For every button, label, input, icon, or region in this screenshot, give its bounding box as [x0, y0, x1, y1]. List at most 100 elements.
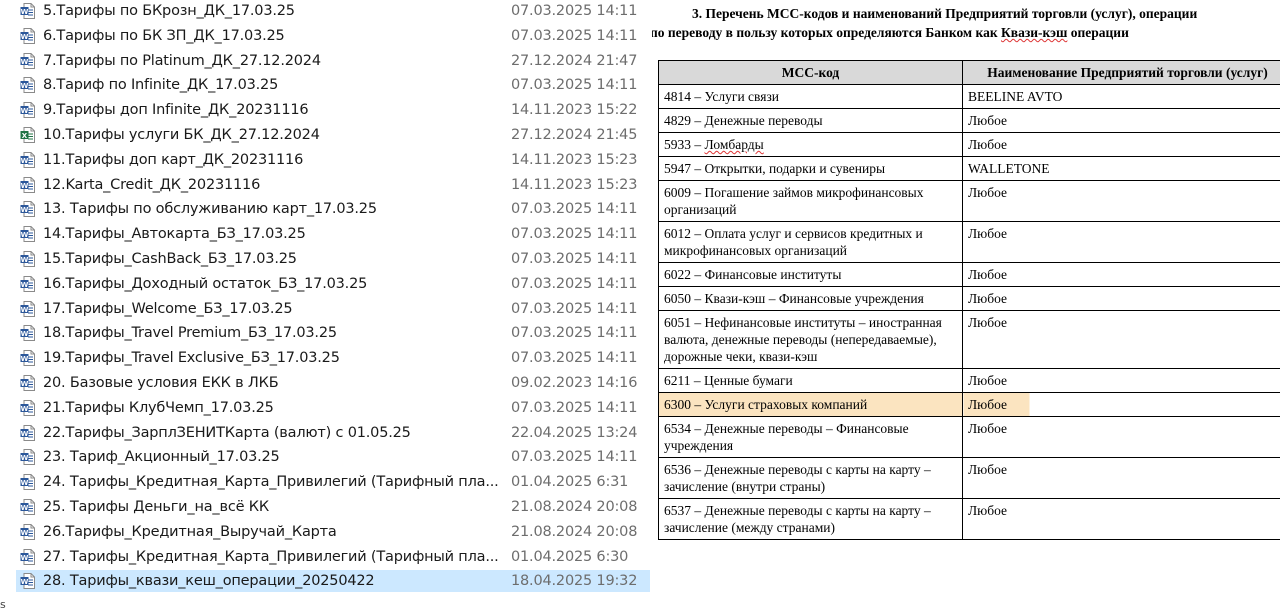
file-date-modified: 22.04.2025 13:24: [511, 424, 638, 441]
mcc-code-text: 5933 –: [664, 137, 705, 152]
file-row[interactable]: W 24. Тарифы_Кредитная_Карта_Привилегий (…: [16, 471, 650, 493]
svg-text:W: W: [21, 380, 29, 388]
file-date-modified: 27.12.2024 21:45: [511, 127, 638, 143]
file-row[interactable]: W 11.Тарифы доп карт_ДК_20231116 14.11.202…: [16, 149, 650, 171]
file-row[interactable]: W 14.Тарифы_Автокарта_БЗ_17.03.25 07.03.20…: [16, 223, 650, 245]
file-row[interactable]: W 15.Тарифы_CashBack_БЗ_17.03.25 07.03.202…: [16, 248, 650, 270]
word-icon: W: [20, 375, 35, 391]
merchant-name-cell: Любое: [962, 262, 1280, 287]
svg-text:W: W: [21, 529, 29, 537]
table-row: 6012 – Оплата услуг и сервисов кредитных…: [658, 221, 1280, 263]
merchant-name-cell: Любое: [962, 457, 1280, 499]
file-name: 19.Тарифы_Travel Exclusive_БЗ_17.03.25: [43, 350, 340, 367]
word-icon: W: [20, 499, 35, 515]
excel-icon: X: [20, 127, 35, 143]
mcc-code-cell: 6537 – Денежные переводы с карты на карт…: [658, 498, 963, 540]
svg-text:W: W: [21, 8, 29, 16]
svg-text:W: W: [21, 454, 29, 462]
file-date-modified: 09.02.2023 14:16: [511, 375, 638, 391]
file-row[interactable]: W 12.Karta_Credit_ДК_20231116 14.11.2023 1…: [16, 174, 650, 196]
mcc-table: МСС-код Наименование Предприятий торговл…: [658, 60, 1280, 540]
file-date-modified: 01.04.2025 6:31: [511, 474, 629, 491]
file-date-modified: 07.03.2025 14:11: [511, 226, 638, 243]
file-name: 12.Karta_Credit_ДК_20231116: [43, 176, 261, 193]
file-row[interactable]: W 21.Тарифы КлубЧемп_17.03.25 07.03.2025 1…: [16, 397, 650, 419]
word-icon: W: [20, 251, 35, 267]
merchant-name-cell: Любое: [962, 368, 1280, 393]
svg-text:W: W: [21, 305, 29, 313]
svg-text:W: W: [21, 281, 29, 289]
file-name: 24. Тарифы_Кредитная_Карта_Привилегий (Т…: [43, 474, 499, 491]
heading-text: по переводу в пользу которых определяютс…: [652, 25, 1001, 40]
file-name: 16.Тарифы_Доходный остаток_БЗ_17.03.25: [43, 275, 368, 292]
file-date-modified: 07.03.2025 14:11: [511, 251, 638, 267]
file-row[interactable]: W 17.Тарифы_Welcome_БЗ_17.03.25 07.03.2025…: [16, 298, 650, 320]
word-icon: W: [20, 573, 35, 590]
file-date-modified: 14.11.2023 15:23: [511, 151, 638, 168]
word-icon: W: [20, 3, 35, 19]
heading-text-end: операции: [1067, 25, 1129, 40]
file-row[interactable]: W 18.Тарифы_Travel Premium_БЗ_17.03.25 07.…: [16, 322, 650, 344]
file-row[interactable]: W 7.Тарифы по Platinum_ДК_27.12.2024 27.12…: [16, 50, 650, 72]
file-row[interactable]: W 6.Тарифы по БК ЗП_ДК_17.03.25 07.03.2025…: [16, 25, 650, 47]
word-icon: W: [20, 27, 35, 44]
word-icon: W: [20, 474, 35, 491]
svg-text:W: W: [21, 479, 29, 487]
word-icon: W: [20, 449, 35, 466]
file-row[interactable]: W 25. Тарифы Деньги_на_всё КК 21.08.2024 2…: [16, 496, 650, 518]
file-row[interactable]: W 27. Тарифы_Кредитная_Карта_Привилегий (…: [16, 546, 650, 568]
svg-text:W: W: [21, 33, 29, 41]
file-row[interactable]: W 22.Тарифы_ЗарплЗЕНИТКарта (валют) с 01.…: [16, 422, 650, 444]
file-row[interactable]: W 16.Тарифы_Доходный остаток_БЗ_17.03.25 0…: [16, 273, 650, 295]
merchant-name-cell: Любое: [962, 108, 1280, 133]
mcc-code-cell: 6050 – Квази-кэш – Финансовые учреждения: [658, 286, 963, 311]
file-row[interactable]: W 20. Базовые условия ЕКК в ЛКБ 09.02.2023…: [16, 372, 650, 394]
table-row: 6211 – Ценные бумаги Любое: [658, 368, 1280, 393]
file-row[interactable]: W 28. Тарифы_квази_кеш_операции_20250422 1…: [16, 570, 650, 593]
file-date-modified: 07.03.2025 14:11: [511, 399, 638, 416]
file-date-modified: 14.11.2023 15:23: [511, 176, 638, 193]
file-name: 11.Тарифы доп карт_ДК_20231116: [43, 151, 304, 168]
table-row: 6300 – Услуги страховых компаний Любое: [658, 392, 1280, 417]
file-name: 18.Тарифы_Travel Premium_БЗ_17.03.25: [43, 325, 337, 342]
merchant-name-cell: Любое: [962, 286, 1280, 311]
file-date-modified: 27.12.2024 21:47: [511, 52, 638, 69]
file-date-modified: 07.03.2025 14:11: [511, 449, 638, 466]
stray-mark: s: [0, 598, 6, 611]
file-name: 20. Базовые условия ЕКК в ЛКБ: [43, 375, 279, 391]
table-row: 6009 – Погашение займов микрофинансовых …: [658, 180, 1280, 222]
merchant-name-cell: WALLETONE: [962, 156, 1280, 181]
spellcheck-word: Ломбарды: [704, 137, 764, 152]
file-list: W 5.Тарифы по БКрозн_ДК_17.03.25 07.03.202…: [0, 0, 652, 616]
merchant-name-cell: Любое: [962, 132, 1280, 157]
table-row: 6051 – Нефинансовые институты – иностран…: [658, 310, 1280, 369]
file-row[interactable]: W 13. Тарифы по обслуживанию карт_17.03.2…: [16, 198, 650, 220]
file-row[interactable]: W 26.Тарифы_Кредитная_Выручай_Карта 21.08.…: [16, 521, 650, 543]
svg-text:W: W: [21, 231, 29, 239]
merchant-name-cell: Любое: [962, 221, 1280, 263]
file-date-modified: 07.03.2025 14:11: [511, 77, 638, 94]
word-icon: W: [20, 226, 35, 243]
word-icon: W: [20, 300, 35, 317]
svg-text:W: W: [21, 157, 29, 165]
merchant-name-cell: Любое: [962, 416, 1280, 458]
file-row[interactable]: W 5.Тарифы по БКрозн_ДК_17.03.25 07.03.202…: [16, 0, 650, 22]
file-row[interactable]: W 9.Тарифы доп Infinite_ДК_20231116 14.11.…: [16, 99, 650, 121]
word-icon: W: [20, 52, 35, 69]
file-name: 10.Тарифы услуги БК_ДК_27.12.2024: [43, 127, 320, 143]
svg-text:W: W: [21, 504, 29, 512]
svg-text:W: W: [21, 553, 29, 561]
table-header-row: МСС-код Наименование Предприятий торговл…: [658, 60, 1280, 85]
file-date-modified: 14.11.2023 15:22: [511, 102, 638, 119]
mcc-code-cell: 6009 – Погашение займов микрофинансовых …: [658, 180, 963, 222]
file-row[interactable]: X 10.Тарифы услуги БК_ДК_27.12.2024 27.12.…: [16, 124, 650, 146]
file-row[interactable]: W 23. Тариф_Акционный_17.03.25 07.03.2025 …: [16, 446, 650, 468]
file-name: 25. Тарифы Деньги_на_всё КК: [43, 499, 269, 515]
svg-text:W: W: [21, 181, 29, 189]
file-row[interactable]: W 19.Тарифы_Travel Exclusive_БЗ_17.03.25 0…: [16, 347, 650, 369]
file-date-modified: 07.03.2025 14:11: [511, 201, 638, 218]
file-row[interactable]: W 8.Тариф по Infinite_ДК_17.03.25 07.03.20…: [16, 74, 650, 96]
svg-text:W: W: [21, 82, 29, 90]
word-icon: W: [20, 325, 35, 342]
merchant-name-cell: Любое: [962, 392, 1280, 417]
